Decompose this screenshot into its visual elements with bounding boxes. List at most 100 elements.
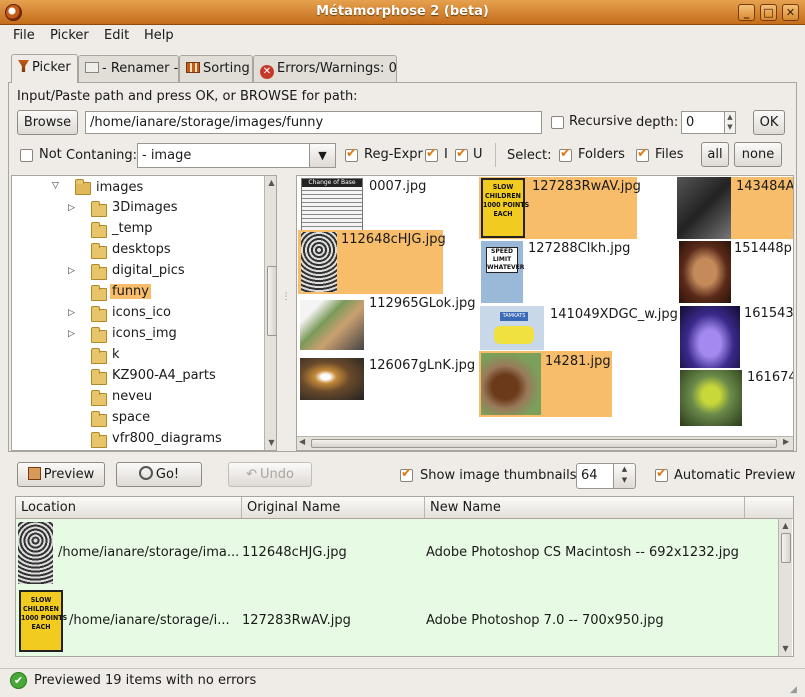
- thumb-size-spinner[interactable]: ▲ ▼: [613, 463, 636, 489]
- scroll-left-icon[interactable]: ◀: [299, 437, 305, 446]
- unicode-checkbox[interactable]: [455, 146, 468, 162]
- not-checkbox[interactable]: [20, 149, 33, 162]
- scroll-up-icon[interactable]: ▲: [266, 178, 276, 187]
- files-checkbox[interactable]: [636, 146, 649, 162]
- menu-file[interactable]: File: [13, 28, 35, 43]
- folder-icon: [91, 201, 107, 217]
- recursive-checkbox[interactable]: [551, 116, 564, 129]
- results-list[interactable]: Location Original Name New Name /home/ia…: [15, 496, 794, 657]
- select-all-button[interactable]: all: [701, 142, 729, 167]
- ok-button[interactable]: OK: [753, 110, 785, 135]
- column-new-name[interactable]: New Name: [425, 497, 745, 519]
- ignorecase-label: I: [444, 147, 448, 162]
- tree-scroll-thumb[interactable]: [267, 266, 276, 336]
- status-text: Previewed 19 items with no errors: [34, 673, 257, 688]
- maximize-button[interactable]: □: [760, 4, 777, 21]
- column-filler: [745, 497, 793, 519]
- row-location: /home/ianare/storage/i...: [69, 613, 230, 628]
- tab-picker[interactable]: Picker: [11, 54, 78, 83]
- minimize-button[interactable]: _: [738, 4, 755, 21]
- folder-icon: [91, 222, 107, 238]
- regexpr-checkbox[interactable]: [345, 146, 358, 162]
- depth-spinner[interactable]: ▲ ▼: [724, 111, 736, 134]
- tree-item-label: vfr800_diagrams: [112, 431, 222, 446]
- thumb-item[interactable]: 151448pU: [678, 241, 793, 303]
- preview-button[interactable]: Preview: [17, 462, 105, 487]
- unicode-label: U: [473, 147, 483, 162]
- funnel-icon: [18, 60, 29, 72]
- show-thumbnails-checkbox[interactable]: [400, 466, 413, 482]
- tree-item-label: k: [112, 347, 120, 362]
- scroll-down-icon[interactable]: ▼: [266, 438, 276, 447]
- menu-picker[interactable]: Picker: [50, 28, 89, 43]
- thumb-item[interactable]: 143484AE: [677, 177, 793, 239]
- thumb-size-input[interactable]: 64: [576, 463, 614, 489]
- sorting-icon: [186, 62, 200, 73]
- tree-item-label: KZ900-A4_parts: [112, 368, 216, 383]
- table-row[interactable]: /home/ianare/storage/ima... 112648cHJG.j…: [16, 519, 778, 587]
- folders-checkbox[interactable]: [559, 146, 572, 162]
- thumb-item[interactable]: TAMKATS 141049XDGC_w.jpg: [480, 306, 680, 352]
- thumb-item[interactable]: SLOW CHILDREN 1000 POINTS EACH 127283RwA…: [479, 177, 641, 239]
- thumbnail-image: Change of Base: [301, 178, 363, 232]
- filter-dropdown-button[interactable]: ▼: [309, 143, 336, 168]
- table-row[interactable]: SLOW CHILDREN 1000 POINTS EACH /home/ian…: [16, 587, 778, 656]
- results-scroll-thumb[interactable]: [781, 533, 791, 563]
- undo-button[interactable]: ↶ Undo: [228, 462, 312, 487]
- filter-input[interactable]: - image: [137, 143, 310, 168]
- thumbnail-scroll-thumb[interactable]: [311, 439, 777, 448]
- app-icon[interactable]: [5, 4, 22, 21]
- path-input[interactable]: /home/ianare/storage/images/funny: [85, 111, 542, 134]
- thumbnail-image: [677, 177, 731, 239]
- tree-scrollbar[interactable]: ▲ ▼: [264, 176, 276, 450]
- close-button[interactable]: ✕: [782, 4, 799, 21]
- collapse-arrow-icon[interactable]: ▽: [52, 181, 59, 191]
- depth-input[interactable]: 0: [681, 111, 725, 134]
- resize-grip-icon[interactable]: ◢: [790, 684, 802, 696]
- column-location[interactable]: Location: [16, 497, 242, 519]
- scroll-down-icon[interactable]: ▼: [780, 644, 791, 653]
- expand-arrow-icon[interactable]: ▷: [68, 329, 75, 339]
- menu-help[interactable]: Help: [144, 28, 174, 43]
- containing-label: Contaning:: [66, 148, 138, 163]
- expand-arrow-icon[interactable]: ▷: [68, 266, 75, 276]
- column-original-name[interactable]: Original Name: [242, 497, 425, 519]
- folder-icon: [91, 432, 107, 448]
- thumbnail-image: [301, 232, 337, 292]
- tab-renamer[interactable]: - Renamer -: [78, 55, 179, 82]
- thumb-item[interactable]: 161543: [678, 306, 793, 368]
- tamkats-label: TAMKATS: [500, 312, 528, 321]
- open-folder-icon: [75, 179, 91, 195]
- thumb-item[interactable]: 14281.jpg: [479, 351, 612, 417]
- thumb-item[interactable]: 161674: [678, 370, 793, 428]
- expand-arrow-icon[interactable]: ▷: [68, 308, 75, 318]
- thumb-item[interactable]: 126067gLnK.jpg: [300, 358, 480, 402]
- browse-button[interactable]: Browse: [17, 110, 78, 135]
- go-button[interactable]: Go!: [116, 462, 202, 487]
- auto-preview-checkbox[interactable]: [655, 466, 668, 482]
- thumbnail-hscrollbar[interactable]: ◀ ▶: [297, 436, 793, 450]
- thumb-item[interactable]: Change of Base 0007.jpg: [300, 177, 440, 233]
- thumb-item[interactable]: 112648cHJG.jpg: [298, 230, 446, 294]
- results-scrollbar[interactable]: ▲ ▼: [778, 519, 792, 656]
- thumb-item[interactable]: 112965GLok.jpg: [300, 295, 480, 350]
- folder-icon: [91, 411, 107, 427]
- show-thumbnails-label: Show image thumbnails: [420, 468, 577, 483]
- scroll-up-icon[interactable]: ▲: [780, 521, 791, 530]
- row-original-name: 127283RwAV.jpg: [242, 613, 351, 628]
- tree-item-label: 3Dimages: [112, 200, 178, 215]
- menu-edit[interactable]: Edit: [104, 28, 129, 43]
- tab-sorting[interactable]: Sorting: [179, 55, 253, 82]
- auto-preview-label: Automatic Preview: [674, 468, 796, 483]
- thumbnail-image: [481, 353, 541, 415]
- tab-errors[interactable]: ✕ Errors/Warnings: 0: [253, 55, 397, 82]
- folder-tree[interactable]: ▽ images ▷ 3Dimages _temp desktops ▷ digital_…: [11, 175, 277, 451]
- depth-label: depth:: [636, 115, 679, 130]
- pane-splitter-handle[interactable]: ⋮: [280, 292, 292, 302]
- scroll-right-icon[interactable]: ▶: [783, 437, 789, 446]
- ignorecase-checkbox[interactable]: [425, 146, 438, 162]
- select-none-button[interactable]: none: [734, 142, 782, 167]
- thumb-item[interactable]: SPEED LIMIT WHATEVER 127288Clkh.jpg: [480, 241, 640, 303]
- thumbnail-view[interactable]: Change of Base 0007.jpg SLOW CHILDREN 10…: [296, 175, 794, 451]
- expand-arrow-icon[interactable]: ▷: [68, 203, 75, 213]
